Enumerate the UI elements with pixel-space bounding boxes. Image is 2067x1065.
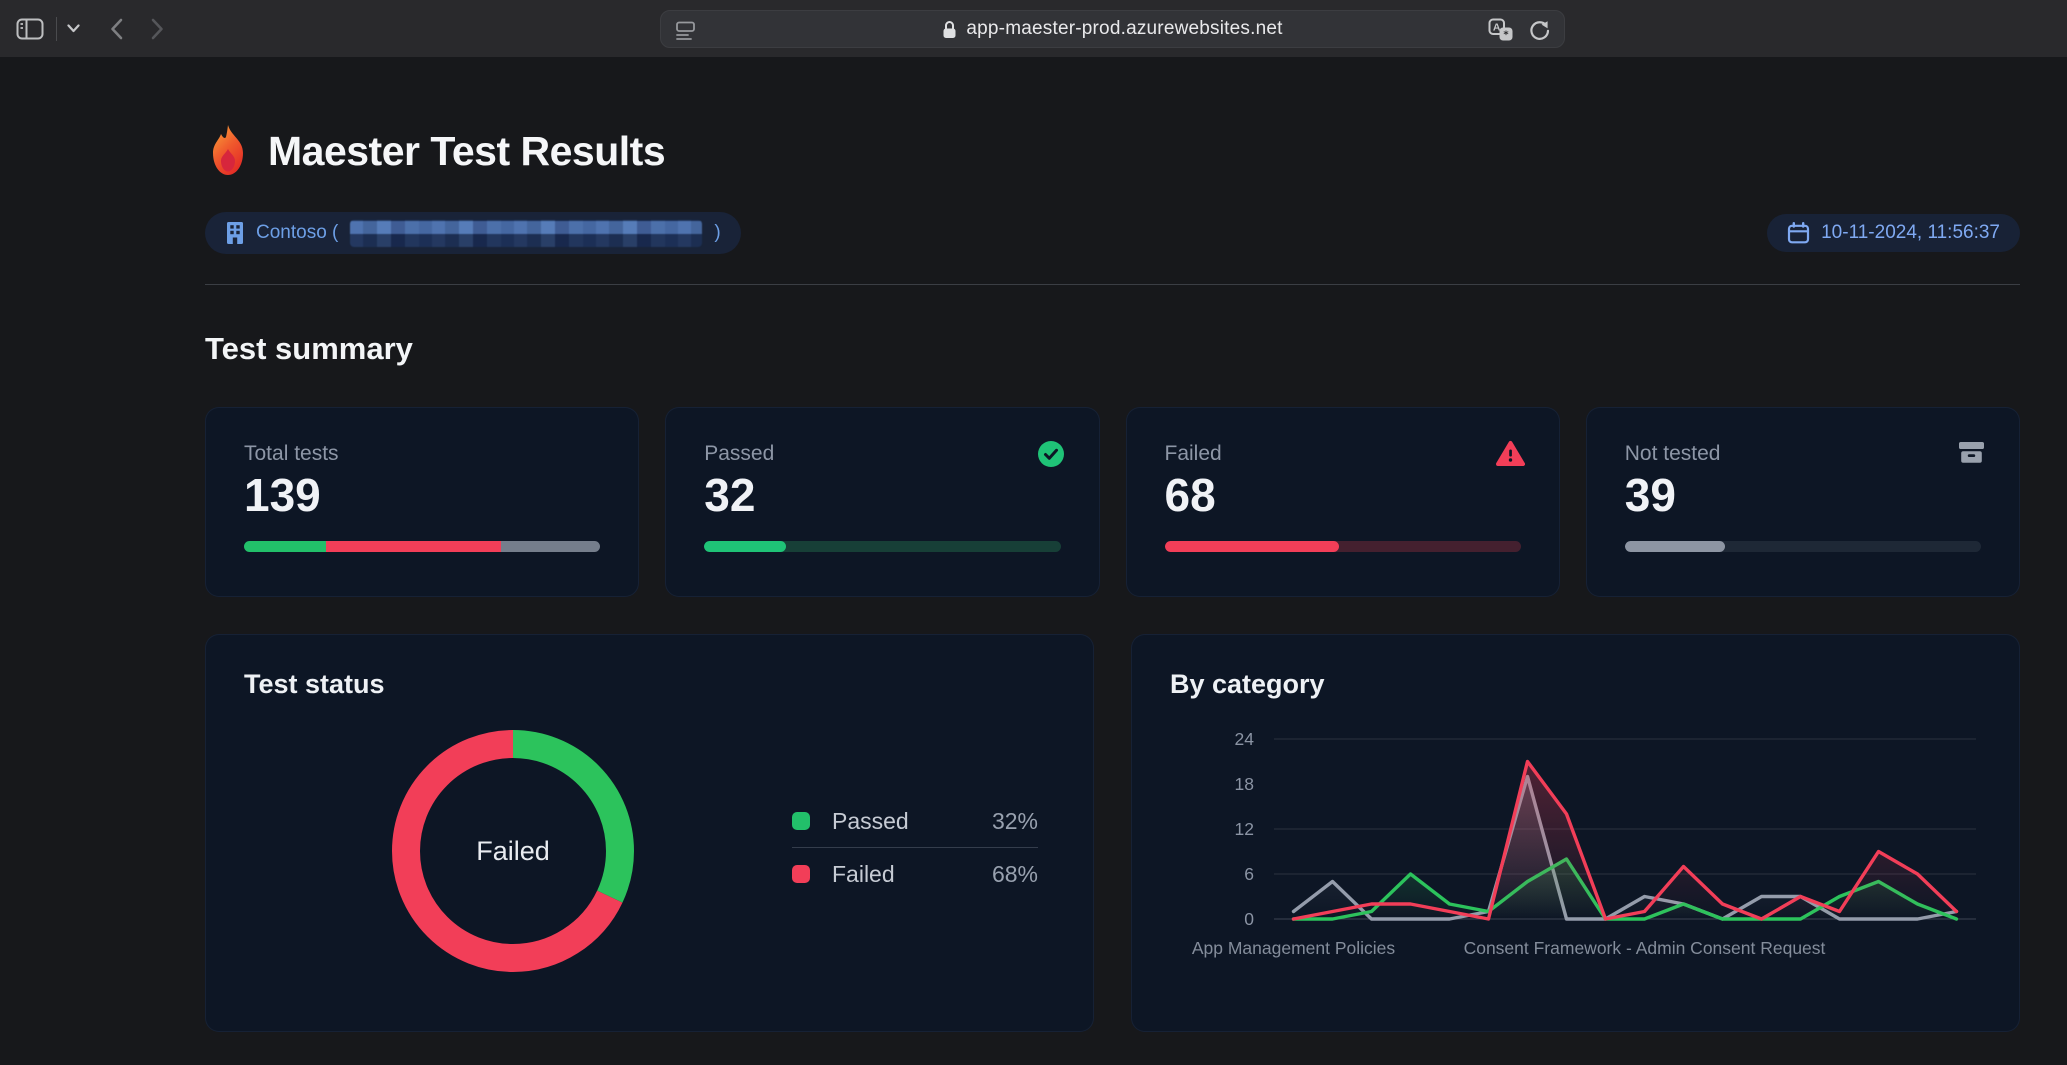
timestamp-badge: 10-11-2024, 11:56:37 — [1767, 214, 2020, 252]
legend-label: Failed — [832, 861, 992, 888]
page-title: Maester Test Results — [268, 128, 665, 175]
archive-box-icon — [1958, 440, 1985, 470]
legend-value: 32% — [992, 808, 1038, 835]
failed-swatch — [792, 865, 810, 883]
header-divider — [205, 284, 2020, 285]
url-text: app-maester-prod.azurewebsites.net — [966, 18, 1282, 40]
tenant-name: Contoso ( — [256, 222, 338, 244]
reload-icon — [1527, 19, 1550, 42]
chart-cards: Test status Failed Passed 32% Failed 68% — [205, 634, 2020, 1032]
test-status-card: Test status Failed Passed 32% Failed 68% — [205, 634, 1094, 1032]
failed-progress — [1165, 541, 1521, 552]
not-tested-card: Not tested 39 — [1586, 407, 2020, 597]
legend-label: Passed — [832, 808, 992, 835]
sidebar-menu-button[interactable] — [67, 24, 80, 33]
maester-report-page: Maester Test Results Contoso ( ) — [0, 57, 2067, 1065]
card-value: 32 — [704, 469, 1060, 522]
passed-progress — [704, 541, 1060, 552]
svg-text:18: 18 — [1235, 774, 1254, 794]
browser-toolbar: app-maester-prod.azurewebsites.net A * — [0, 0, 2067, 58]
test-status-donut-chart: Failed — [383, 721, 643, 981]
svg-text:6: 6 — [1244, 864, 1254, 884]
by-category-line-chart: 0 6 12 18 24 App Management Policies Consent F… — [1132, 707, 2021, 972]
address-bar[interactable]: app-maester-prod.azurewebsites.net A * — [660, 10, 1565, 48]
report-header: Maester Test Results — [205, 123, 2020, 179]
legend-row-passed: Passed 32% — [792, 803, 1038, 839]
forward-icon — [151, 18, 164, 40]
card-label: Passed — [704, 442, 1060, 466]
check-circle-icon — [1037, 440, 1065, 473]
sidebar-toggle-icon — [16, 17, 44, 41]
not-tested-progress — [1625, 541, 1981, 552]
warning-triangle-icon — [1496, 440, 1525, 471]
building-icon — [225, 221, 245, 245]
svg-text:*: * — [1503, 30, 1509, 41]
card-value: 39 — [1625, 469, 1981, 522]
failed-card: Failed 68 — [1126, 407, 1560, 597]
card-value: 139 — [244, 469, 600, 522]
svg-text:0: 0 — [1244, 909, 1254, 929]
translate-icon: A * — [1488, 18, 1514, 42]
reader-icon[interactable] — [675, 20, 696, 46]
by-category-card: By category 0 6 12 18 24 App Management Polic… — [1131, 634, 2020, 1032]
donut-legend: Passed 32% Failed 68% — [792, 803, 1038, 892]
back-button[interactable] — [110, 18, 123, 40]
sidebar-toggle-button[interactable] — [16, 17, 44, 41]
card-value: 68 — [1165, 469, 1521, 522]
test-summary-heading: Test summary — [205, 331, 2020, 367]
tenant-id-redacted — [350, 220, 702, 247]
svg-text:Consent Framework - Admin Cons: Consent Framework - Admin Consent Reques… — [1464, 938, 1826, 958]
toolbar-divider — [56, 17, 57, 41]
passed-swatch — [792, 812, 810, 830]
svg-text:12: 12 — [1235, 819, 1254, 839]
calendar-icon — [1787, 222, 1810, 244]
summary-cards: Total tests 139 Passed 32 Failed 68 — [205, 407, 2020, 597]
total-tests-card: Total tests 139 — [205, 407, 639, 597]
legend-value: 68% — [992, 861, 1038, 888]
by-category-title: By category — [1170, 669, 1981, 700]
card-label: Failed — [1165, 442, 1521, 466]
lock-icon — [942, 20, 957, 39]
card-label: Not tested — [1625, 442, 1981, 466]
svg-text:24: 24 — [1235, 729, 1255, 749]
legend-row-failed: Failed 68% — [792, 856, 1038, 892]
test-status-title: Test status — [244, 669, 1055, 700]
browser-nav-controls — [16, 0, 164, 57]
report-meta-row: Contoso ( ) 10-11-2024, 11:56:37 — [205, 212, 2020, 254]
legend-divider — [792, 847, 1038, 848]
tenant-badge: Contoso ( ) — [205, 212, 741, 254]
card-label: Total tests — [244, 442, 600, 466]
svg-text:Failed: Failed — [476, 836, 550, 866]
reload-button[interactable] — [1527, 19, 1550, 47]
translate-button[interactable]: A * — [1488, 18, 1514, 47]
total-tests-progress — [244, 541, 600, 552]
chevron-down-icon — [67, 24, 80, 33]
forward-button[interactable] — [151, 18, 164, 40]
passed-card: Passed 32 — [665, 407, 1099, 597]
flame-icon — [205, 123, 251, 179]
svg-text:App Management Policies: App Management Policies — [1192, 938, 1396, 958]
tenant-suffix: ) — [714, 222, 720, 244]
back-icon — [110, 18, 123, 40]
report-timestamp: 10-11-2024, 11:56:37 — [1821, 222, 2000, 244]
